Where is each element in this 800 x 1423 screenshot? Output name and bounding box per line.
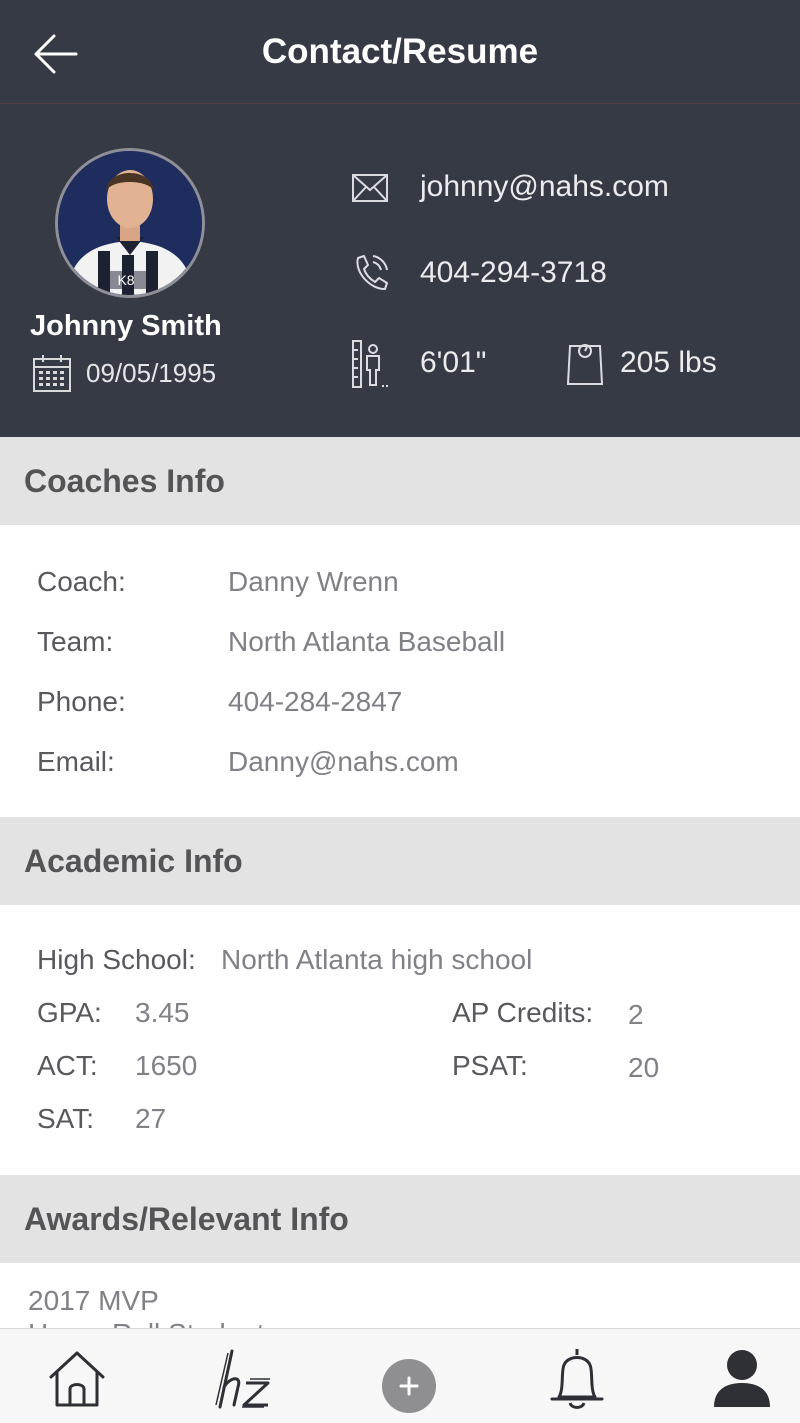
coach-label: Coach: [37,566,126,597]
nav-home[interactable] [42,1343,112,1413]
ap-credits-value: 2 [628,999,644,1030]
gpa-label: GPA: [37,997,102,1028]
coach-phone-value[interactable]: 404-284-2847 [228,686,402,718]
bell-icon [550,1349,604,1409]
team-label: Team: [37,626,114,657]
nav-add[interactable] [373,1343,443,1413]
academic-info-header: Academic Info [0,817,800,905]
awards-info-header: Awards/Relevant Info [0,1175,800,1263]
gpa-value: 3.45 [135,997,190,1028]
nav-profile[interactable] [706,1343,776,1413]
team-value: North Atlanta Baseball [228,626,506,657]
profile-header: K8 Johnny Smith 09/05/1995 johnny@nahs.c… [0,104,800,437]
sat-label: SAT: [37,1103,95,1134]
player-photo-icon: K8 [58,151,202,295]
envelope-icon [352,174,388,202]
coach-email-label: Email: [37,746,115,777]
player-name: Johnny Smith [30,310,222,342]
psat-label: PSAT: [452,1050,528,1081]
avatar: K8 [55,148,205,298]
hz-logo-icon [215,1349,270,1409]
page-title: Contact/Resume [261,32,539,71]
calendar-icon [33,355,71,392]
nav-notifications[interactable] [542,1343,612,1413]
section-title: Academic Info [24,843,243,879]
coaches-info-header: Coaches Info [0,437,800,525]
bottom-nav [0,1328,800,1423]
jersey-text: K8 [117,272,134,288]
award-item: 2017 MVP [28,1285,159,1316]
height-icon [352,340,389,388]
coach-email-value[interactable]: Danny@nahs.com [228,746,459,778]
scale-icon [566,344,604,385]
section-title: Coaches Info [24,463,225,499]
player-weight: 205 lbs [620,346,717,379]
top-bar: Contact/Resume [0,0,800,104]
high-school-label: High School: [37,944,196,975]
user-icon [714,1350,770,1407]
player-phone[interactable]: 404-294-3718 [420,256,607,290]
player-email[interactable]: johnny@nahs.com [420,170,669,204]
act-label: ACT: [37,1050,98,1081]
act-value: 1650 [135,1050,198,1081]
section-title: Awards/Relevant Info [24,1201,349,1237]
nav-hz[interactable] [208,1343,278,1413]
coach-phone-label: Phone: [37,686,126,717]
home-icon [49,1351,105,1407]
psat-value: 20 [628,1052,660,1083]
plus-icon [382,1359,436,1413]
player-height: 6'01" [420,346,487,379]
date-of-birth: 09/05/1995 [86,358,217,388]
coach-value: Danny Wrenn [228,566,399,597]
phone-icon [356,255,388,291]
ap-credits-label: AP Credits: [452,997,594,1028]
sat-value: 27 [135,1103,167,1134]
high-school-value: North Atlanta high school [221,944,533,975]
